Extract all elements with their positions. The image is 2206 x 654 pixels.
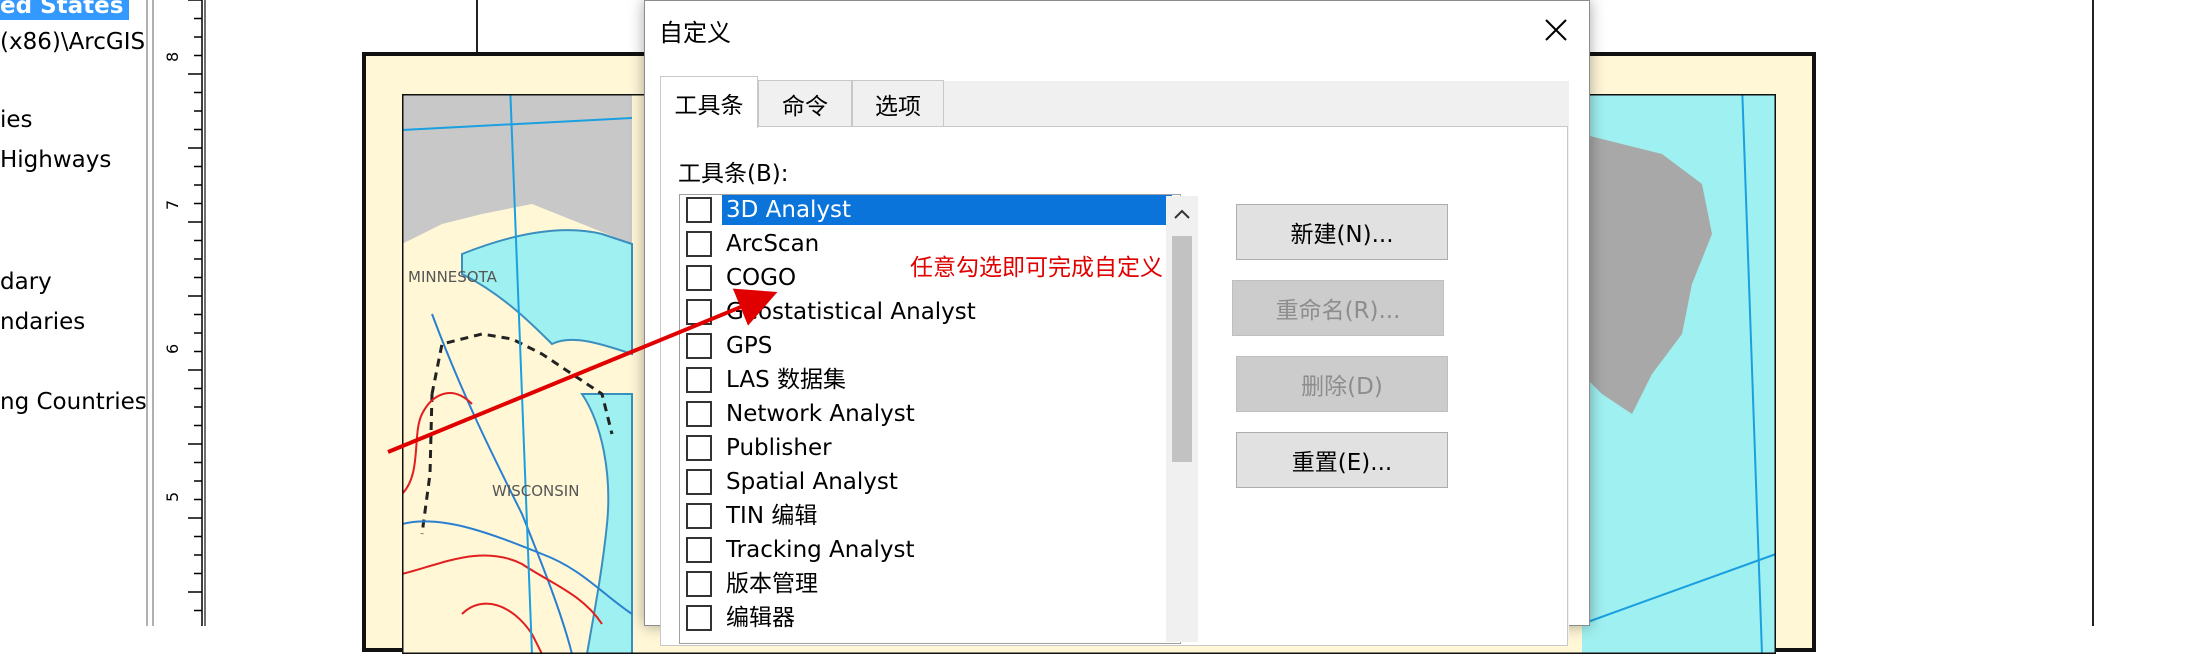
list-item-editor[interactable]: 编辑器: [686, 601, 799, 635]
toc-item-united-states[interactable]: ed States: [0, 0, 130, 20]
ruler-ticks: 8 7 6 5: [163, 0, 203, 626]
toc-splitter[interactable]: [146, 0, 148, 626]
checkbox-publisher[interactable]: [686, 435, 712, 461]
list-item-publisher[interactable]: Publisher: [686, 431, 836, 465]
delete-button[interactable]: 删除(D): [1236, 356, 1448, 412]
map-label-minnesota: MINNESOTA: [408, 268, 498, 286]
reset-button[interactable]: 重置(E)...: [1236, 432, 1448, 488]
list-item-gps[interactable]: GPS: [686, 329, 776, 363]
checkbox-versioning[interactable]: [686, 571, 712, 597]
list-item-label: 3D Analyst: [722, 195, 1172, 225]
toc-item-highways[interactable]: Highways: [0, 146, 111, 174]
checkbox-3d-analyst[interactable]: [686, 197, 712, 223]
list-item-network-analyst[interactable]: Network Analyst: [686, 397, 919, 431]
checkbox-arcscan[interactable]: [686, 231, 712, 257]
list-item-label: Publisher: [726, 435, 832, 461]
list-item-geostatistical-analyst[interactable]: Geostatistical Analyst: [686, 295, 980, 329]
scroll-thumb[interactable]: [1172, 236, 1192, 462]
toc-item-cities[interactable]: ies: [0, 106, 33, 134]
toolbars-label: 工具条(B):: [678, 161, 789, 187]
close-icon: [1545, 19, 1567, 41]
toc-item-countries[interactable]: ng Countries: [0, 388, 147, 416]
list-item-label: GPS: [726, 333, 773, 359]
list-item-cogo[interactable]: COGO: [686, 261, 800, 295]
toc-item-boundaries[interactable]: ndaries: [0, 308, 85, 336]
checkbox-tin-editing[interactable]: [686, 503, 712, 529]
list-item-label: TIN 编辑: [726, 503, 818, 529]
list-item-label: Geostatistical Analyst: [726, 299, 976, 325]
list-item-label: Tracking Analyst: [726, 537, 915, 563]
ruler-label-5: 5: [163, 492, 182, 502]
list-item-tracking-analyst[interactable]: Tracking Analyst: [686, 533, 918, 567]
vertical-ruler: 8 7 6 5: [158, 0, 204, 626]
new-button[interactable]: 新建(N)...: [1236, 204, 1448, 260]
toc-item-path[interactable]: (x86)\ArcGIS: [0, 28, 145, 56]
rename-button[interactable]: 重命名(R)...: [1232, 280, 1444, 336]
list-item-label: Spatial Analyst: [726, 469, 898, 495]
list-item-label: 版本管理: [726, 571, 818, 597]
list-item-label: 编辑器: [726, 605, 795, 631]
toc-splitter-edge: [152, 0, 154, 626]
ruler-label-8: 8: [163, 52, 182, 62]
list-item-label: LAS 数据集: [726, 367, 846, 393]
list-item-versioning[interactable]: 版本管理: [686, 567, 822, 601]
list-item-arcscan[interactable]: ArcScan: [686, 227, 823, 261]
list-item-3d-analyst[interactable]: 3D Analyst: [686, 195, 1172, 227]
ruler-label-7: 7: [163, 200, 182, 210]
list-item-las-dataset[interactable]: LAS 数据集: [686, 363, 850, 397]
ruler-label-6: 6: [163, 344, 182, 354]
checkbox-cogo[interactable]: [686, 265, 712, 291]
checkbox-editor[interactable]: [686, 605, 712, 631]
dialog-title: 自定义: [659, 19, 731, 47]
table-of-contents: ed States (x86)\ArcGIS ies Highways dary…: [0, 0, 148, 626]
checkbox-network-analyst[interactable]: [686, 401, 712, 427]
map-label-wisconsin: WISCONSIN: [492, 482, 579, 500]
list-scrollbar[interactable]: [1166, 196, 1198, 642]
tab-toolbars[interactable]: 工具条: [660, 76, 758, 128]
close-button[interactable]: [1533, 7, 1579, 53]
chevron-up-icon: [1174, 209, 1190, 219]
checkbox-tracking-analyst[interactable]: [686, 537, 712, 563]
annotation-text: 任意勾选即可完成自定义: [910, 255, 1163, 281]
list-item-spatial-analyst[interactable]: Spatial Analyst: [686, 465, 902, 499]
list-item-label: ArcScan: [726, 231, 820, 257]
page-edge-right: [2092, 0, 2094, 626]
toc-item-boundary[interactable]: dary: [0, 268, 52, 296]
tab-options[interactable]: 选项: [852, 80, 944, 126]
checkbox-geostatistical-analyst[interactable]: [686, 299, 712, 325]
scroll-up-button[interactable]: [1166, 196, 1198, 232]
list-item-tin-editing[interactable]: TIN 编辑: [686, 499, 821, 533]
checkbox-spatial-analyst[interactable]: [686, 469, 712, 495]
list-item-label: Network Analyst: [726, 401, 915, 427]
list-item-label: COGO: [726, 265, 797, 291]
checkbox-las-dataset[interactable]: [686, 367, 712, 393]
checkbox-gps[interactable]: [686, 333, 712, 359]
tab-commands[interactable]: 命令: [758, 80, 852, 126]
